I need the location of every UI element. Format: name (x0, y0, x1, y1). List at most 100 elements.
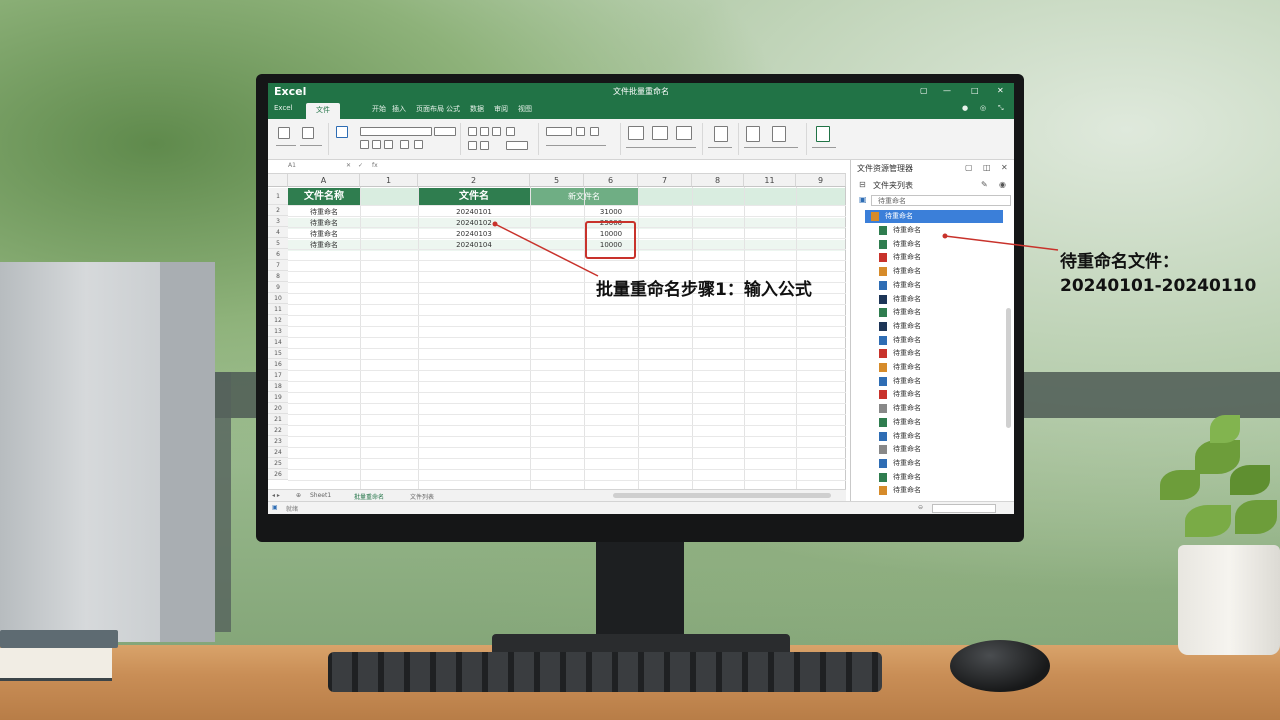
row-header[interactable]: 26 (268, 469, 288, 480)
row-header[interactable]: 10 (268, 293, 288, 304)
row-header[interactable]: 15 (268, 348, 288, 359)
list-item[interactable]: 待重命名 (873, 375, 1003, 388)
conditional-format-icon[interactable] (628, 126, 644, 140)
column-header[interactable]: 8 (692, 174, 744, 187)
name-box[interactable]: A1 (288, 162, 296, 169)
expand-icon[interactable]: ⤡ (998, 104, 1004, 113)
pane-dock-icon[interactable]: ◫ (983, 163, 991, 172)
list-item[interactable]: 待重命名 (873, 279, 1003, 292)
list-item[interactable]: 待重命名 (873, 443, 1003, 456)
font-name-select[interactable] (360, 127, 432, 136)
indent-icon[interactable] (468, 141, 477, 150)
row-header[interactable]: 18 (268, 381, 288, 392)
list-item[interactable]: 待重命名 (873, 238, 1003, 251)
tab-file[interactable]: 文件 (306, 103, 340, 119)
bold-icon[interactable] (360, 140, 369, 149)
list-item[interactable]: 待重命名 (873, 402, 1003, 415)
find-icon[interactable] (772, 126, 786, 142)
row-header[interactable]: 25 (268, 458, 288, 469)
row-header[interactable]: 11 (268, 304, 288, 315)
pane-close-icon[interactable]: ✕ (1001, 163, 1008, 172)
tab-layout[interactable]: 页面布局 (416, 104, 444, 114)
sort-filter-icon[interactable] (746, 126, 760, 142)
comment-icon[interactable]: ◎ (980, 104, 986, 112)
selected-file-row[interactable]: 待重命名 (865, 210, 1003, 223)
align-right-icon[interactable] (492, 127, 501, 136)
row-header[interactable]: 3 (268, 216, 288, 227)
row-header[interactable]: 6 (268, 249, 288, 260)
outdent-icon[interactable] (480, 141, 489, 150)
column-header[interactable]: 11 (744, 174, 796, 187)
tab-review[interactable]: 审阅 (494, 104, 508, 114)
zoom-icon[interactable]: ⊖ (918, 504, 923, 511)
sheet-tab[interactable]: 文件列表 (410, 492, 434, 501)
list-item[interactable]: 待重命名 (873, 388, 1003, 401)
row-header[interactable]: 9 (268, 282, 288, 293)
underline-icon[interactable] (384, 140, 393, 149)
pane-options-icon[interactable]: ▢ (965, 163, 973, 172)
list-item[interactable]: 待重命名 (873, 251, 1003, 264)
insert-cells-icon[interactable] (714, 126, 728, 142)
column-header[interactable]: 5 (530, 174, 584, 187)
prev-sheet-icon[interactable]: ◂ ▸ (272, 492, 280, 499)
align-center-icon[interactable] (480, 127, 489, 136)
zoom-slider[interactable] (932, 504, 996, 513)
list-item[interactable]: 待重命名 (873, 471, 1003, 484)
tab-excel[interactable]: Excel (274, 104, 293, 112)
list-item[interactable]: 待重命名 (873, 457, 1003, 470)
header-cell-filename[interactable]: 文件名称 (288, 188, 360, 205)
close-button[interactable]: ✕ (997, 86, 1004, 95)
list-item[interactable]: 待重命名 (873, 293, 1003, 306)
fill-color-icon[interactable] (400, 140, 409, 149)
format-table-icon[interactable] (652, 126, 668, 140)
font-color-icon[interactable] (414, 140, 423, 149)
horizontal-scrollbar[interactable] (613, 493, 831, 498)
row-header[interactable]: 1 (268, 188, 288, 205)
row-header[interactable]: 22 (268, 425, 288, 436)
paste-icon[interactable] (278, 127, 290, 139)
add-sheet-icon[interactable]: ⊕ (296, 492, 301, 499)
row-header[interactable]: 17 (268, 370, 288, 381)
confirm-icon[interactable]: ✓ (358, 162, 363, 169)
tab-formulas[interactable]: 公式 (446, 104, 460, 114)
row-header[interactable]: 8 (268, 271, 288, 282)
row-header[interactable]: 23 (268, 436, 288, 447)
cut-icon[interactable] (302, 127, 314, 139)
row-header[interactable]: 19 (268, 392, 288, 403)
function-icon[interactable]: fx (372, 162, 378, 169)
row-header[interactable]: 4 (268, 227, 288, 238)
column-header[interactable]: A (288, 174, 360, 187)
row-header[interactable]: 12 (268, 315, 288, 326)
list-item[interactable]: 待重命名 (873, 361, 1003, 374)
column-header[interactable]: 9 (796, 174, 846, 187)
vertical-scrollbar[interactable] (1006, 308, 1011, 428)
tab-insert[interactable]: 插入 (392, 104, 406, 114)
tab-home[interactable]: 开始 (372, 104, 386, 114)
search-icon[interactable]: ▣ (859, 195, 867, 204)
wrap-text-icon[interactable] (506, 127, 515, 136)
select-all-corner[interactable] (268, 174, 288, 187)
search-input[interactable]: 待重命名 (871, 195, 1011, 206)
tab-view[interactable]: 视图 (518, 104, 532, 114)
number-format-select[interactable] (546, 127, 572, 136)
row-header[interactable]: 2 (268, 205, 288, 216)
maximize-button[interactable]: □ (971, 86, 979, 95)
comma-icon[interactable] (590, 127, 599, 136)
column-header[interactable]: 6 (584, 174, 638, 187)
percent-icon[interactable] (576, 127, 585, 136)
minimize-button[interactable]: — (943, 86, 951, 95)
column-header[interactable]: 1 (360, 174, 418, 187)
share-icon[interactable]: ● (962, 104, 968, 112)
align-left-icon[interactable] (468, 127, 477, 136)
addins-icon[interactable] (816, 126, 830, 142)
italic-icon[interactable] (372, 140, 381, 149)
spreadsheet-grid[interactable]: A 1 2 5 6 7 8 11 9 文件名称 文件名 新文件名 待重命名 20… (268, 174, 846, 489)
pin-icon[interactable]: ✎ (981, 180, 988, 189)
cell-styles-icon[interactable] (676, 126, 692, 140)
restore-icon[interactable]: ▢ (920, 86, 928, 95)
list-item[interactable]: 待重命名 (873, 306, 1003, 319)
row-header[interactable]: 16 (268, 359, 288, 370)
row-header[interactable]: 20 (268, 403, 288, 414)
row-header[interactable]: 7 (268, 260, 288, 271)
info-icon[interactable]: ◉ (999, 180, 1006, 189)
